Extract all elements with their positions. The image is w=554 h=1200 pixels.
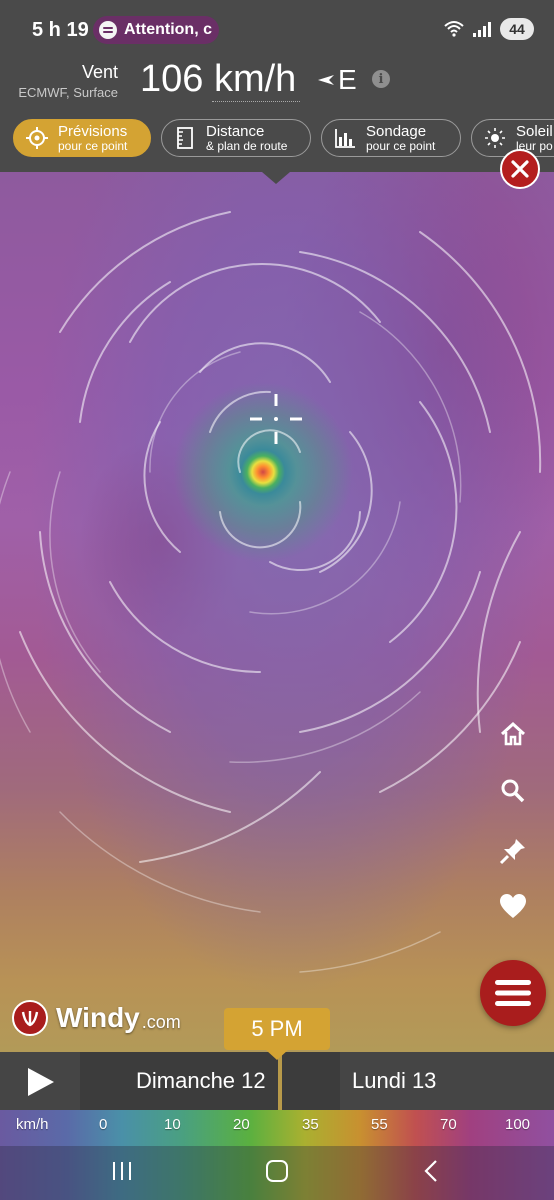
wind-header: Vent ECMWF, Surface 106 km/h E i xyxy=(0,58,554,110)
timeline-bar[interactable]: Dimanche 12 Lundi 13 xyxy=(0,1052,554,1110)
wind-map[interactable]: Windy .com xyxy=(0,172,554,1052)
distance-button[interactable]: Distance & plan de route xyxy=(161,119,311,157)
wind-source: ECMWF, Surface xyxy=(18,85,118,100)
signal-icon xyxy=(473,22,491,37)
current-time-bubble[interactable]: 5 PM xyxy=(224,1008,330,1060)
pin-icon[interactable] xyxy=(496,834,530,868)
status-time: 5 h 19 xyxy=(32,19,89,41)
wind-scale-legend[interactable]: km/h 0 10 20 35 55 70 100 xyxy=(0,1110,554,1146)
sounding-sublabel: pour ce point xyxy=(366,138,436,153)
day-sunday-label: Dimanche 12 xyxy=(136,1068,266,1093)
hamburger-icon xyxy=(495,980,531,1006)
wind-direction: E xyxy=(316,64,357,96)
notification-text: Attention, c xyxy=(124,21,212,38)
crosshair-icon xyxy=(250,394,302,444)
timeline-marker[interactable] xyxy=(278,1052,282,1110)
search-icon[interactable] xyxy=(496,774,530,808)
sounding-button[interactable]: Sondage pour ce point xyxy=(321,119,461,157)
wind-unit-underline xyxy=(212,101,300,102)
wind-speed-value[interactable]: 106 km/h xyxy=(140,58,296,101)
home-icon[interactable] xyxy=(496,717,530,751)
wind-direction-text: E xyxy=(338,64,357,95)
play-icon[interactable] xyxy=(24,1066,56,1098)
wind-label: Vent ECMWF, Surface xyxy=(18,62,118,100)
target-icon xyxy=(26,127,48,149)
scale-value: 10 xyxy=(164,1116,181,1133)
home-nav-icon[interactable] xyxy=(264,1158,290,1184)
timeline-day-sunday[interactable]: Dimanche 12 xyxy=(80,1052,340,1110)
forecast-button[interactable]: Prévisions pour ce point xyxy=(13,119,151,157)
day-monday-label: Lundi 13 xyxy=(352,1068,437,1093)
scale-value: 55 xyxy=(371,1116,388,1133)
close-button[interactable] xyxy=(500,149,540,189)
back-icon[interactable] xyxy=(419,1158,445,1184)
scale-value: 0 xyxy=(99,1116,108,1133)
windy-logo-domain: .com xyxy=(141,1011,181,1032)
distance-sublabel: & plan de route xyxy=(206,138,288,153)
wind-title: Vent xyxy=(81,62,118,82)
sun-label: Soleil xyxy=(516,122,553,140)
system-nav-bar xyxy=(0,1146,554,1200)
scale-value: 100 xyxy=(505,1116,531,1133)
ruler-icon xyxy=(177,127,193,149)
spotify-icon xyxy=(99,21,117,39)
toolbar-pointer xyxy=(262,172,290,184)
scale-value: 70 xyxy=(440,1116,457,1133)
sounding-label: Sondage xyxy=(366,122,427,140)
sun-icon xyxy=(485,128,505,148)
distance-label: Distance xyxy=(206,122,265,140)
info-icon[interactable]: i xyxy=(372,70,390,88)
recent-apps-icon[interactable] xyxy=(109,1158,135,1184)
point-toolbar: Prévisions pour ce point Distance & plan… xyxy=(0,110,554,172)
main-menu-button[interactable] xyxy=(480,960,546,1026)
battery-indicator: 44 xyxy=(500,18,534,40)
wind-particles xyxy=(0,211,542,973)
notification-pill[interactable]: Attention, c xyxy=(93,16,219,44)
wind-arrow-icon xyxy=(318,75,334,85)
wifi-icon xyxy=(444,21,464,37)
heart-icon[interactable] xyxy=(496,890,530,924)
timeline-day-monday[interactable]: Lundi 13 xyxy=(340,1052,554,1110)
windy-logo-icon xyxy=(12,1000,48,1036)
scale-value: 35 xyxy=(302,1116,319,1133)
status-bar: 5 h 19 Attention, c 44 xyxy=(0,0,554,58)
bar-chart-icon xyxy=(335,129,355,148)
windy-logo: Windy .com xyxy=(12,1000,181,1036)
windy-logo-name: Windy xyxy=(56,1002,140,1033)
close-icon xyxy=(511,160,529,178)
scale-unit: km/h xyxy=(16,1116,49,1133)
status-icons: 44 xyxy=(444,18,534,40)
forecast-sublabel: pour ce point xyxy=(58,138,128,153)
scale-value: 20 xyxy=(233,1116,250,1133)
forecast-label: Prévisions xyxy=(58,122,128,140)
